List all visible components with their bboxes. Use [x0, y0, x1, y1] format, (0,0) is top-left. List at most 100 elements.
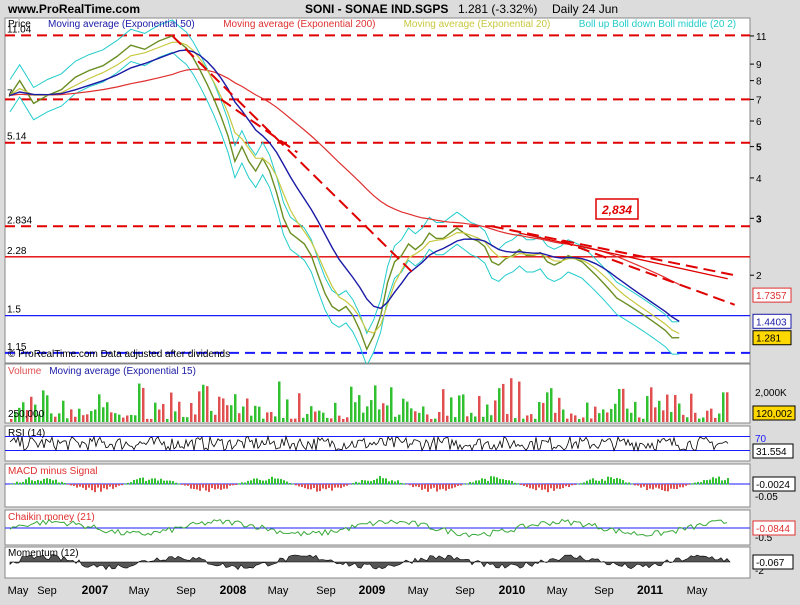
volume-bar	[538, 401, 541, 422]
volume-bar	[558, 397, 561, 422]
macd-bar	[616, 477, 618, 485]
macd-bar	[385, 478, 387, 485]
volume-bar	[358, 395, 361, 422]
value-tag-0: 1.7357	[756, 291, 787, 302]
macd-bar	[622, 480, 624, 485]
macd-bar	[217, 484, 219, 489]
chart-canvas[interactable]: www.ProRealTime.com SONI - SONAE IND.SGP…	[0, 0, 800, 600]
volume-bar	[50, 413, 53, 422]
macd-bar	[340, 484, 342, 489]
x-axis-tick-14: 2011	[637, 583, 663, 597]
chaikin-panel[interactable]: Chaikin money (21) -0.5 -0.0844	[4, 509, 796, 546]
macd-bar	[343, 484, 345, 487]
macd-bar	[184, 484, 186, 486]
macd-bar	[232, 484, 234, 486]
macd-bar	[415, 484, 417, 487]
volume-bar	[266, 412, 269, 422]
volume-bar	[470, 412, 473, 422]
volume-bar	[638, 417, 641, 422]
macd-bar	[640, 484, 642, 488]
volume-bar	[426, 414, 429, 422]
volume-bar	[270, 412, 273, 422]
macd-bar	[91, 484, 93, 491]
price-axis-tick-7: 3	[756, 214, 762, 225]
volume-bar	[250, 415, 253, 422]
macd-bar	[133, 479, 135, 485]
volume-bar	[362, 412, 365, 422]
price-panel[interactable]: 11.0475.142.8342.281.51.15 Price Moving a…	[4, 17, 792, 367]
macd-bar	[442, 484, 444, 489]
macd-bar	[568, 484, 570, 488]
volume-bar	[326, 417, 329, 422]
macd-bar	[694, 482, 696, 485]
price-axis-tick-2: 8	[756, 77, 762, 88]
macd-bar	[175, 482, 177, 485]
macd-bar	[607, 476, 609, 485]
site-name[interactable]: www.ProRealTime.com	[7, 2, 140, 16]
macd-bar	[346, 484, 348, 486]
volume-bar	[466, 416, 469, 422]
volume-bar	[446, 415, 449, 422]
macd-bar	[154, 478, 156, 485]
volume-bar	[86, 414, 89, 422]
volume-bar	[518, 381, 521, 422]
macd-bar	[559, 484, 561, 489]
volume-bar	[378, 409, 381, 422]
macd-bar	[121, 484, 123, 486]
macd-bar	[580, 483, 582, 485]
macd-bar	[658, 484, 660, 489]
volume-bar	[310, 406, 313, 422]
macd-bar	[556, 484, 558, 489]
macd-bar	[484, 478, 486, 485]
rsi-panel[interactable]: RSI (14) 70 31.554	[4, 425, 794, 462]
macd-bar	[670, 484, 672, 489]
macd-bar	[697, 481, 699, 485]
volume-bar	[546, 392, 549, 422]
macd-bar	[430, 484, 432, 489]
volume-level-label: 250,000	[8, 409, 45, 420]
volume-bar	[274, 416, 277, 422]
volume-bar	[302, 417, 305, 422]
macd-bar	[562, 484, 564, 489]
macd-bar	[409, 484, 411, 486]
macd-bar	[322, 484, 324, 489]
momentum-panel[interactable]: Momentum (12) -2 -0.067	[4, 546, 794, 579]
macd-bar	[136, 479, 138, 485]
volume-bar	[582, 417, 585, 422]
macd-bar	[283, 480, 285, 485]
volume-bar	[678, 403, 681, 422]
volume-panel[interactable]: Volume Moving average (Exponential 15) 25…	[4, 363, 796, 424]
volume-bar	[94, 409, 97, 422]
volume-axis-tick: 2,000K	[755, 388, 787, 399]
volume-bar	[202, 384, 205, 422]
macd-panel[interactable]: MACD minus Signal -0.05 -0.0024	[4, 463, 796, 508]
volume-bar	[714, 417, 717, 422]
volume-bar	[338, 415, 341, 422]
x-axis-tick-7: Sep	[316, 585, 336, 597]
volume-bar	[398, 414, 401, 422]
macd-bar	[631, 483, 633, 485]
macd-bar	[475, 480, 477, 485]
volume-bar	[262, 418, 265, 422]
macd-bar	[493, 476, 495, 485]
macd-bar	[181, 484, 183, 485]
price-annotation-box: 2,834	[595, 198, 639, 220]
volume-bar	[62, 400, 65, 422]
macd-bar	[34, 481, 36, 485]
macd-bar	[703, 480, 705, 485]
macd-bar	[571, 484, 573, 486]
macd-bar	[157, 480, 159, 485]
macd-bar	[445, 484, 447, 491]
rsi-axis-tick: 70	[755, 434, 767, 445]
macd-bar	[301, 484, 303, 487]
volume-bar	[238, 413, 241, 422]
macd-bar	[19, 482, 21, 485]
macd-bar	[52, 480, 54, 485]
volume-bar	[174, 411, 177, 422]
macd-bar	[28, 477, 30, 485]
macd-bar	[595, 480, 597, 485]
macd-bar	[421, 484, 423, 490]
volume-bar	[190, 402, 193, 422]
macd-bar	[13, 483, 15, 485]
volume-bar	[718, 413, 721, 422]
